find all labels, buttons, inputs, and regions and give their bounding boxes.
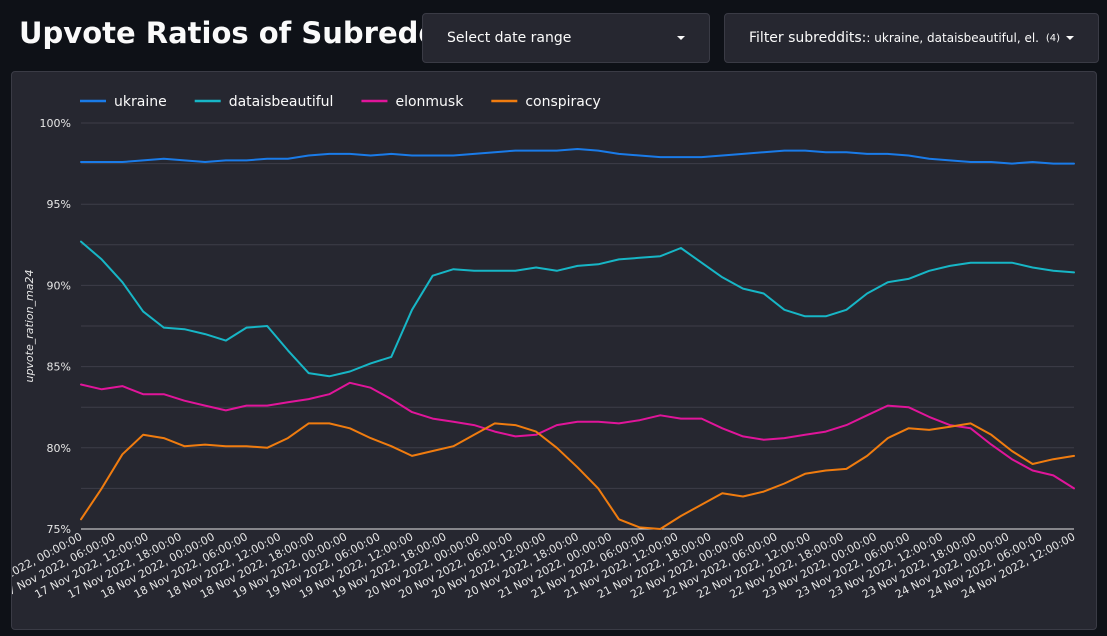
subreddit-filter-label: Filter subreddits: <box>749 30 867 46</box>
y-tick-label: 75% <box>47 523 71 536</box>
y-axis-label: upvote_ration_ma24 <box>23 269 36 382</box>
series-line-ukraine <box>80 148 1075 165</box>
series-line-elonmusk <box>80 381 1075 490</box>
legend-item-elonmusk: elonmusk <box>395 94 464 110</box>
subreddit-filter-text: Filter subreddits:: ukraine, dataisbeaut… <box>749 30 1038 46</box>
chevron-down-icon <box>677 36 685 40</box>
subreddit-filter-value: : ukraine, dataisbeautiful, el... <box>866 31 1038 45</box>
selected-count-badge: (4) <box>1045 32 1060 44</box>
y-tick-label: 80% <box>47 442 71 455</box>
subreddit-filter-select[interactable]: Filter subreddits:: ukraine, dataisbeaut… <box>724 13 1099 63</box>
y-tick-label: 90% <box>47 279 71 292</box>
series-line-dataisbeautiful <box>80 240 1075 378</box>
date-range-label: Select date range <box>447 30 572 46</box>
y-tick-label: 85% <box>47 361 71 374</box>
y-tick-label: 100% <box>40 117 71 130</box>
date-range-select[interactable]: Select date range <box>422 13 710 63</box>
chevron-down-icon <box>1066 36 1074 40</box>
page-title: Upvote Ratios of Subreddits <box>19 16 481 50</box>
y-tick-label: 95% <box>47 198 71 211</box>
legend-item-dataisbeautiful: dataisbeautiful <box>229 94 334 110</box>
chart-panel: 75%80%85%90%95%100%upvote_ration_ma2417 … <box>11 71 1097 630</box>
line-chart: 75%80%85%90%95%100%upvote_ration_ma2417 … <box>12 94 1077 601</box>
series-line-conspiracy <box>80 422 1075 530</box>
legend-item-conspiracy: conspiracy <box>525 94 601 110</box>
legend-item-ukraine: ukraine <box>114 94 167 110</box>
